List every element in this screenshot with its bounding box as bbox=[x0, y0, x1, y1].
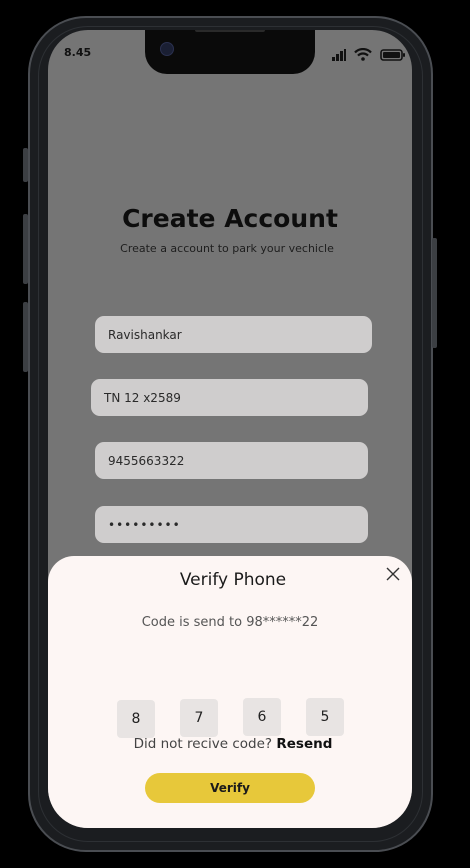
resend-prompt: Did not recive code? bbox=[133, 736, 273, 752]
front-camera-icon bbox=[160, 42, 174, 56]
battery-icon bbox=[380, 48, 405, 61]
volume-down-button bbox=[23, 302, 28, 372]
verify-button[interactable]: Verify bbox=[145, 773, 315, 803]
code-sent-text: Code is send to 98******22 bbox=[141, 615, 319, 630]
page-subtitle: Create a account to park your vechicle bbox=[120, 242, 334, 255]
page-title: Create Account bbox=[122, 204, 338, 233]
otp-digit-4[interactable]: 5 bbox=[306, 698, 344, 736]
vehicle-number-field[interactable]: TN 12 x2589 bbox=[91, 379, 368, 416]
name-field[interactable]: Ravishankar bbox=[95, 316, 372, 353]
status-icons bbox=[332, 48, 406, 61]
otp-digit-2[interactable]: 7 bbox=[180, 699, 218, 737]
close-icon[interactable] bbox=[385, 566, 401, 582]
signal-icon bbox=[332, 48, 346, 61]
verify-phone-sheet: Verify Phone Code is send to 98******22 … bbox=[48, 556, 412, 828]
volume-up-button bbox=[23, 214, 28, 284]
mute-switch bbox=[23, 148, 28, 182]
resend-line: Did not recive code? Resend bbox=[48, 736, 412, 752]
password-field[interactable]: ••••••••• bbox=[95, 506, 368, 543]
phone-screen: 8.45 Create Account Create a account to … bbox=[48, 30, 412, 828]
sheet-title: Verify Phone bbox=[179, 570, 287, 590]
wifi-icon bbox=[354, 48, 372, 61]
notch bbox=[145, 30, 315, 74]
speaker-grille bbox=[195, 30, 265, 32]
status-time: 8.45 bbox=[64, 46, 92, 59]
resend-link[interactable]: Resend bbox=[276, 736, 332, 752]
power-button bbox=[432, 238, 437, 348]
otp-digit-3[interactable]: 6 bbox=[243, 698, 281, 736]
otp-digit-1[interactable]: 8 bbox=[117, 700, 155, 738]
phone-field[interactable]: 9455663322 bbox=[95, 442, 368, 479]
